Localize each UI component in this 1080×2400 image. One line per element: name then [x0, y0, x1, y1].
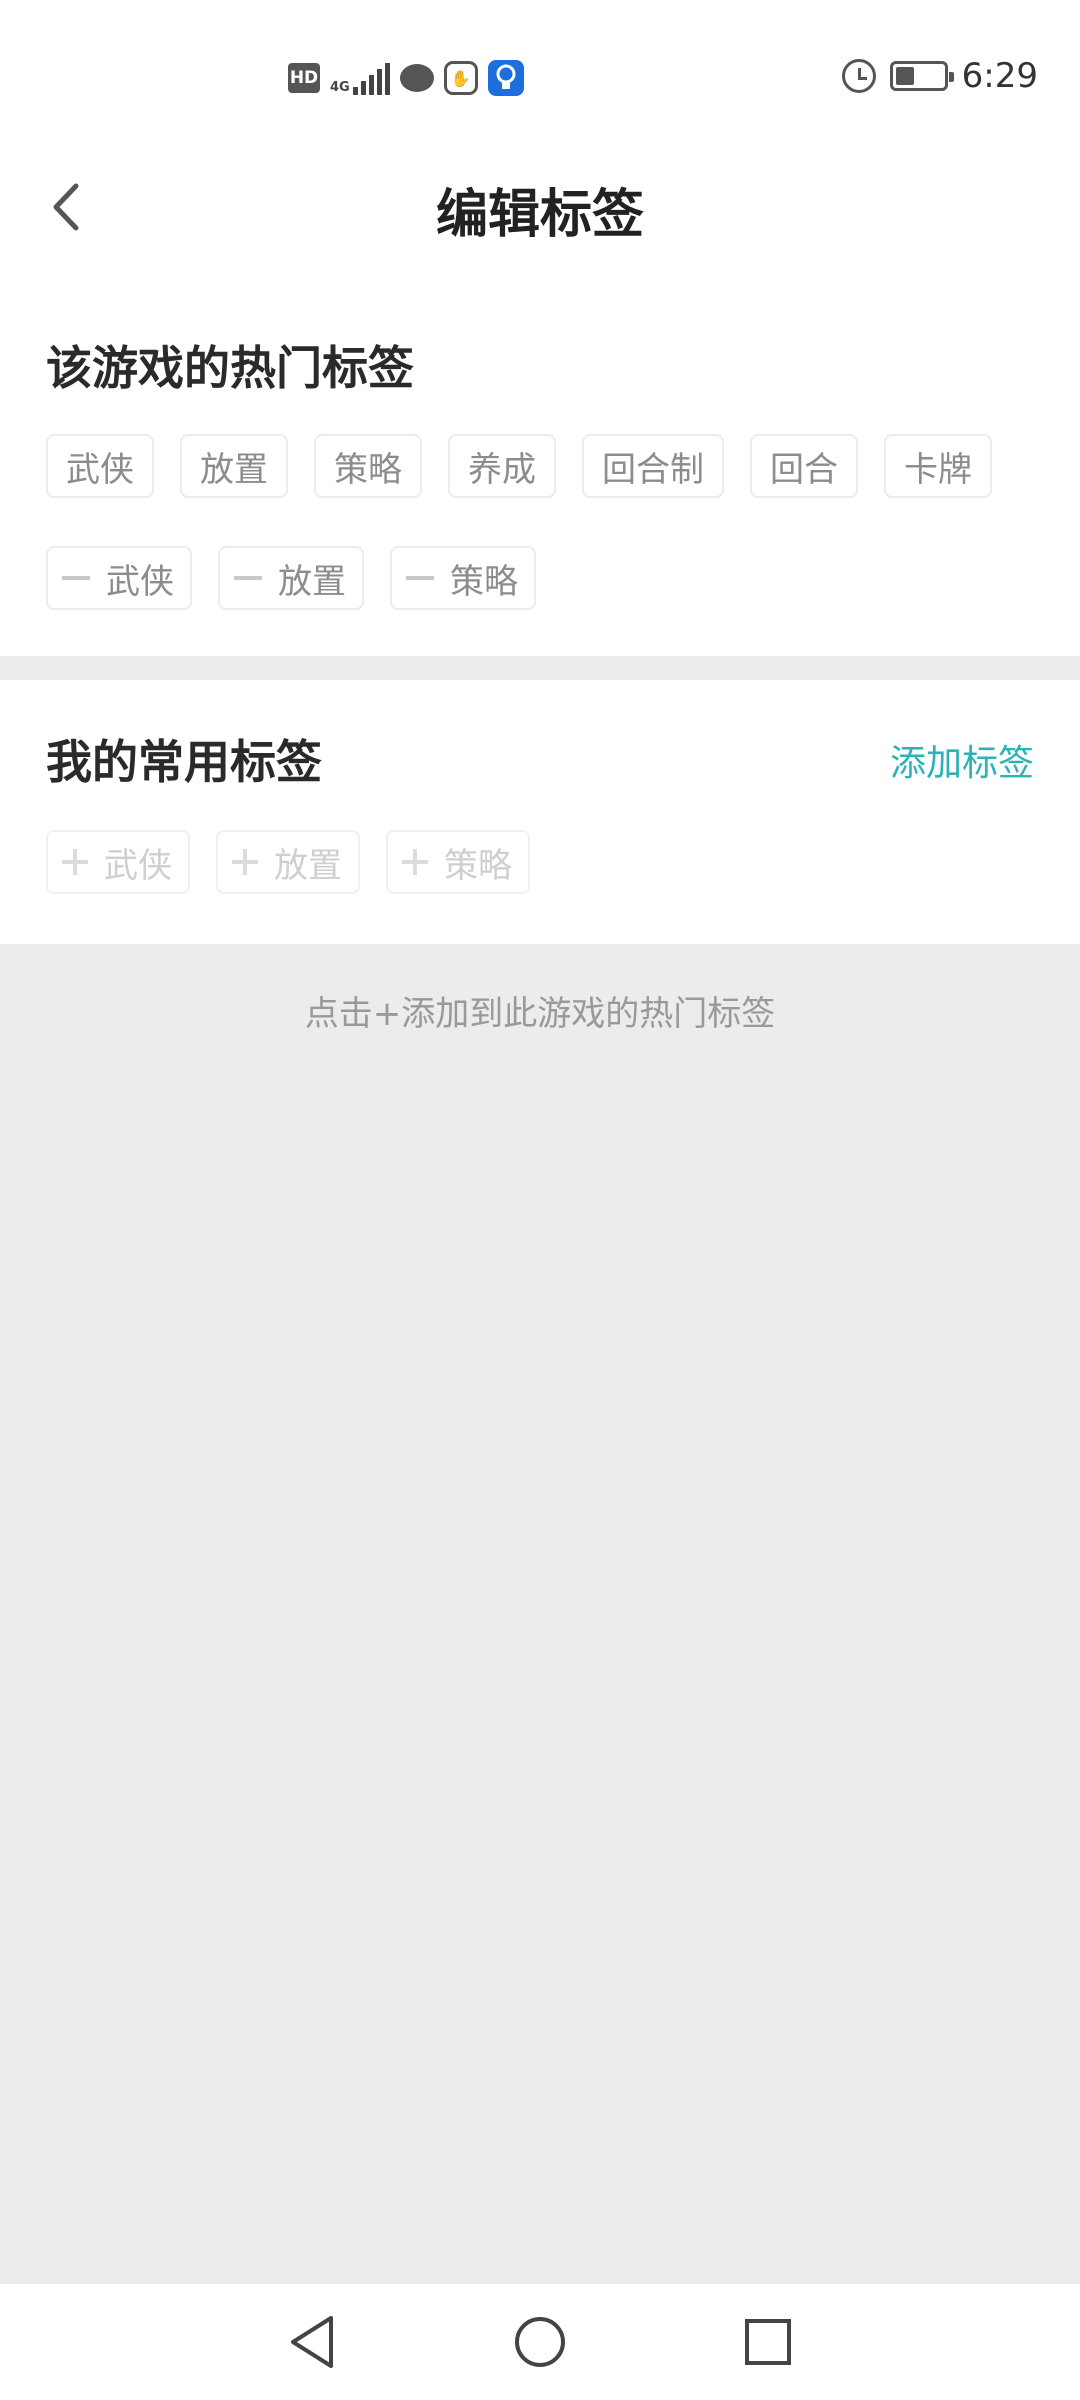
selected-tag[interactable]: 武侠: [46, 546, 192, 610]
selected-tag-label: 放置: [278, 561, 346, 602]
common-tags-title: 我的常用标签: [46, 735, 322, 789]
nav-back-button[interactable]: [281, 2311, 343, 2373]
suggested-tags-row: 武侠 放置 策略 养成 回合制 回合 卡牌: [46, 434, 992, 498]
suggested-tag[interactable]: 放置: [180, 434, 288, 498]
suggested-tag[interactable]: 武侠: [46, 434, 154, 498]
triangle-back-icon: [291, 2316, 333, 2368]
battery-icon: [889, 61, 954, 91]
network-type: 4G: [330, 80, 350, 95]
suggested-tag[interactable]: 回合: [750, 434, 858, 498]
selected-tag[interactable]: 放置: [218, 546, 364, 610]
status-bar-right: 6:29: [841, 56, 1038, 96]
circle-home-icon: [515, 2317, 565, 2367]
bulb-icon: [487, 60, 524, 96]
nav-recents-button[interactable]: [737, 2311, 799, 2373]
hd-icon: HD: [288, 63, 320, 93]
suggested-tag[interactable]: 卡牌: [884, 434, 992, 498]
plus-icon: [402, 849, 428, 875]
common-tag-label: 武侠: [104, 845, 172, 886]
status-bar: HD 4G ✋ 6:29: [0, 0, 1080, 150]
screen: HD 4G ✋ 6:29 编辑标签 该游戏的热门标签 武侠 放置 策略 养成 回…: [0, 0, 1080, 2400]
minus-icon: [234, 576, 262, 580]
minus-icon: [406, 576, 434, 580]
minus-icon: [62, 576, 90, 580]
common-tag-label: 策略: [444, 845, 512, 886]
signal-icon: 4G: [330, 61, 390, 95]
selected-tag-label: 武侠: [106, 561, 174, 602]
selected-tags-row: 武侠 放置 策略: [46, 546, 536, 610]
navigation-bar: [0, 2284, 1080, 2400]
battery-fill: [895, 67, 915, 85]
plus-icon: [62, 849, 88, 875]
common-tag[interactable]: 放置: [216, 830, 360, 894]
square-recents-icon: [745, 2319, 791, 2365]
common-tags-section: 我的常用标签 添加标签 武侠 放置 策略: [0, 680, 1080, 944]
add-tag-button[interactable]: 添加标签: [890, 734, 1034, 786]
status-bar-left: HD 4G ✋: [288, 60, 524, 96]
header: 编辑标签: [0, 150, 1080, 270]
selected-tag[interactable]: 策略: [390, 546, 536, 610]
nav-home-button[interactable]: [509, 2311, 571, 2373]
suggested-tag[interactable]: 策略: [314, 434, 422, 498]
alarm-icon: [841, 59, 876, 93]
common-tag[interactable]: 武侠: [46, 830, 190, 894]
common-tag[interactable]: 策略: [386, 830, 530, 894]
selected-tag-label: 策略: [450, 561, 518, 602]
suggested-tag[interactable]: 回合制: [582, 434, 724, 498]
common-tag-label: 放置: [274, 845, 342, 886]
plus-icon: [232, 849, 258, 875]
hand-icon: ✋: [443, 61, 478, 95]
status-time: 6:29: [961, 56, 1038, 96]
hot-tags-title: 该游戏的热门标签: [46, 341, 414, 395]
common-tags-row: 武侠 放置 策略: [46, 830, 530, 894]
message-icon: [399, 64, 434, 92]
hot-tags-section: 该游戏的热门标签 武侠 放置 策略 养成 回合制 回合 卡牌 武侠 放置 策略: [0, 270, 1080, 656]
hint-text: 点击+添加到此游戏的热门标签: [304, 994, 776, 1034]
page-title: 编辑标签: [435, 185, 644, 245]
suggested-tag[interactable]: 养成: [448, 434, 556, 498]
